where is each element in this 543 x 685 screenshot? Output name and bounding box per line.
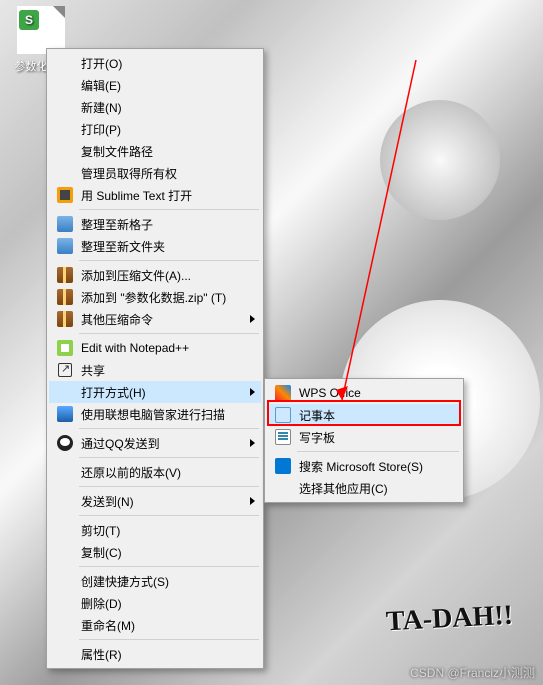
menu-notepadpp[interactable]: Edit with Notepad++	[49, 337, 261, 359]
chevron-right-icon	[250, 388, 255, 396]
chevron-right-icon	[250, 315, 255, 323]
menu-new[interactable]: 新建(N)	[49, 96, 261, 118]
archive-icon	[57, 311, 73, 327]
separator	[79, 515, 259, 516]
share-icon	[58, 363, 72, 377]
menu-qq-send[interactable]: 通过QQ发送到	[49, 432, 261, 454]
folder-icon	[57, 216, 73, 232]
menu-print[interactable]: 打印(P)	[49, 118, 261, 140]
watermark-text: CSDN @Franciz小测测	[410, 664, 535, 681]
file-icon: S	[17, 6, 65, 54]
menu-other-archive[interactable]: 其他压缩命令	[49, 308, 261, 330]
scan-icon	[57, 406, 73, 422]
submenu-notepad[interactable]: 记事本	[267, 404, 461, 426]
qq-icon	[57, 435, 73, 451]
menu-create-shortcut[interactable]: 创建快捷方式(S)	[49, 570, 261, 592]
menu-sublime[interactable]: 用 Sublime Text 打开	[49, 184, 261, 206]
manga-sfx-text: TA-DAH!!	[385, 600, 514, 639]
menu-add-archive[interactable]: 添加到压缩文件(A)...	[49, 264, 261, 286]
menu-edit[interactable]: 编辑(E)	[49, 74, 261, 96]
separator	[79, 566, 259, 567]
separator	[79, 209, 259, 210]
separator	[297, 451, 459, 452]
menu-cut[interactable]: 剪切(T)	[49, 519, 261, 541]
menu-add-zip-named[interactable]: 添加到 "参数化数据.zip" (T)	[49, 286, 261, 308]
menu-delete[interactable]: 删除(D)	[49, 592, 261, 614]
menu-share[interactable]: 共享	[49, 359, 261, 381]
menu-rename[interactable]: 重命名(M)	[49, 614, 261, 636]
menu-properties[interactable]: 属性(R)	[49, 643, 261, 665]
archive-icon	[57, 267, 73, 283]
separator	[79, 639, 259, 640]
separator	[79, 260, 259, 261]
sublime-icon	[57, 187, 73, 203]
archive-icon	[57, 289, 73, 305]
menu-organize-grid[interactable]: 整理至新格子	[49, 213, 261, 235]
separator	[79, 333, 259, 334]
menu-copy[interactable]: 复制(C)	[49, 541, 261, 563]
menu-admin-own[interactable]: 管理员取得所有权	[49, 162, 261, 184]
folder-icon	[57, 238, 73, 254]
context-menu: 打开(O) 编辑(E) 新建(N) 打印(P) 复制文件路径 管理员取得所有权 …	[46, 48, 264, 669]
submenu-wps[interactable]: WPS Office	[267, 382, 461, 404]
submenu-ms-store[interactable]: 搜索 Microsoft Store(S)	[267, 455, 461, 477]
open-with-submenu: WPS Office 记事本 写字板 搜索 Microsoft Store(S)…	[264, 378, 464, 503]
wordpad-icon	[275, 429, 291, 445]
submenu-choose-other[interactable]: 选择其他应用(C)	[267, 477, 461, 499]
wps-icon	[275, 385, 291, 401]
store-icon	[275, 458, 291, 474]
notepadpp-icon	[57, 340, 73, 356]
menu-send-to[interactable]: 发送到(N)	[49, 490, 261, 512]
menu-restore-versions[interactable]: 还原以前的版本(V)	[49, 461, 261, 483]
menu-copy-path[interactable]: 复制文件路径	[49, 140, 261, 162]
menu-open-with[interactable]: 打开方式(H)	[49, 381, 261, 403]
separator	[79, 486, 259, 487]
separator	[79, 457, 259, 458]
menu-lenovo-scan[interactable]: 使用联想电脑管家进行扫描	[49, 403, 261, 425]
file-badge: S	[19, 10, 39, 30]
chevron-right-icon	[250, 439, 255, 447]
menu-organize-folder[interactable]: 整理至新文件夹	[49, 235, 261, 257]
notepad-icon	[275, 407, 291, 423]
menu-open[interactable]: 打开(O)	[49, 52, 261, 74]
separator	[79, 428, 259, 429]
submenu-wordpad[interactable]: 写字板	[267, 426, 461, 448]
chevron-right-icon	[250, 497, 255, 505]
